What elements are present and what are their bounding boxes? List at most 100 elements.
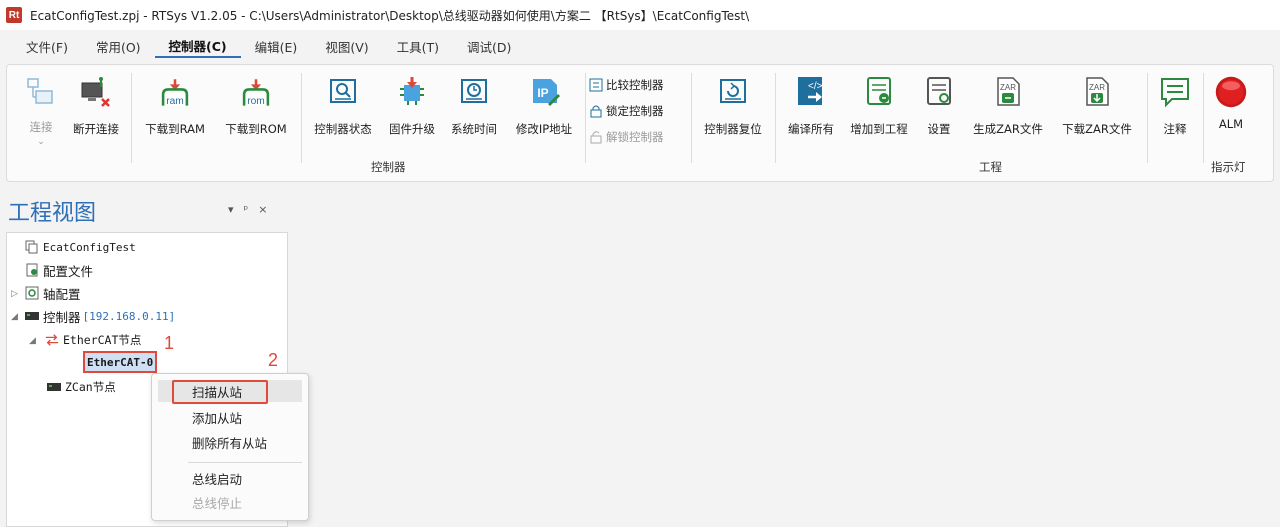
modify-ip-button[interactable]: IP 修改IP地址 bbox=[507, 71, 581, 155]
menu-item-delete-all-slaves[interactable]: 删除所有从站 bbox=[158, 431, 302, 453]
unlock-icon bbox=[589, 130, 603, 144]
tree-item-ethercat-0[interactable]: EtherCAT-0 bbox=[83, 351, 158, 373]
expand-arrow-icon[interactable]: ▷ bbox=[11, 289, 18, 299]
alm-label: ALM bbox=[1218, 117, 1244, 131]
tree-item-controller[interactable]: 控制器 [192.168.0.11] bbox=[25, 306, 175, 326]
comment-label: 注释 bbox=[1163, 122, 1187, 136]
menu-tools[interactable]: 工具(T) bbox=[383, 34, 453, 58]
zar-generate-icon: ZAR bbox=[991, 75, 1025, 109]
svg-text:IP: IP bbox=[537, 86, 548, 100]
context-menu: 扫描从站 添加从站 删除所有从站 总线启动 总线停止 bbox=[151, 373, 309, 521]
group-label-indicator: 指示灯 bbox=[1211, 160, 1246, 174]
tree-item-axis-config[interactable]: 轴配置 bbox=[25, 283, 81, 303]
generate-zar-button[interactable]: ZAR 生成ZAR文件 bbox=[963, 71, 1053, 155]
menu-bar: 文件(F) 常用(O) 控制器(C) 编辑(E) 视图(V) 工具(T) 调试(… bbox=[0, 32, 1280, 60]
settings-button[interactable]: 设置 bbox=[917, 71, 961, 155]
tree-root[interactable]: EcatConfigTest bbox=[25, 237, 136, 257]
pane-dropdown-icon[interactable]: ▾ bbox=[228, 203, 234, 216]
alarm-light-icon bbox=[1214, 75, 1248, 109]
unlock-controller-label: 解锁控制器 bbox=[606, 130, 664, 144]
ribbon-separator bbox=[1203, 73, 1204, 163]
pane-pin-icon[interactable]: ᵖ bbox=[244, 203, 249, 216]
reset-icon bbox=[716, 75, 750, 109]
highlight-box bbox=[172, 380, 268, 404]
tree-item-label: EtherCAT节点 bbox=[63, 333, 142, 347]
unlock-controller-button[interactable]: 解锁控制器 bbox=[589, 127, 664, 147]
download-zar-button[interactable]: ZAR 下载ZAR文件 bbox=[1053, 71, 1141, 155]
download-ram-button[interactable]: ram 下载到RAM bbox=[137, 71, 213, 155]
ribbon-separator bbox=[585, 73, 586, 163]
controller-status-label: 控制器状态 bbox=[314, 122, 372, 136]
menu-common[interactable]: 常用(O) bbox=[82, 34, 155, 58]
menu-item-bus-stop[interactable]: 总线停止 bbox=[158, 491, 302, 513]
tree-item-zcan-node[interactable]: ZCan节点 bbox=[47, 377, 116, 397]
menu-file[interactable]: 文件(F) bbox=[12, 34, 82, 58]
compile-icon: </> bbox=[794, 75, 828, 109]
svg-text:</>: </> bbox=[808, 81, 823, 92]
menu-controller[interactable]: 控制器(C) bbox=[154, 34, 241, 58]
ram-icon-text: ram bbox=[166, 96, 184, 107]
tree-item-label: ZCan节点 bbox=[65, 380, 116, 394]
ribbon-separator bbox=[1147, 73, 1148, 163]
menu-debug[interactable]: 调试(D) bbox=[453, 34, 525, 58]
collapse-arrow-icon[interactable]: ◢ bbox=[29, 336, 36, 346]
menu-item-bus-start[interactable]: 总线启动 bbox=[158, 467, 302, 489]
compare-icon bbox=[589, 78, 603, 92]
settings-gear-icon bbox=[922, 75, 956, 109]
download-rom-label: 下载到ROM bbox=[225, 122, 287, 136]
pane-controls: ▾ ᵖ × bbox=[228, 203, 267, 216]
title-bar: Rt EcatConfigTest.zpj - RTSys V1.2.05 - … bbox=[0, 0, 1280, 30]
menu-item-label: 删除所有从站 bbox=[192, 435, 268, 451]
disconnect-button[interactable]: 断开连接 bbox=[65, 71, 127, 155]
tree-item-config-file[interactable]: 配置文件 bbox=[25, 260, 93, 280]
project-icon bbox=[25, 240, 39, 254]
add-to-project-button[interactable]: 增加到工程 bbox=[843, 71, 915, 155]
clock-icon bbox=[457, 75, 491, 109]
menu-view[interactable]: 视图(V) bbox=[311, 34, 382, 58]
lock-controller-label: 锁定控制器 bbox=[606, 104, 664, 118]
menu-separator bbox=[188, 462, 302, 463]
firmware-upgrade-label: 固件升级 bbox=[389, 122, 435, 136]
axis-config-icon bbox=[25, 286, 39, 300]
annotation-number-2: 2 bbox=[268, 350, 279, 370]
zar-download-icon: ZAR bbox=[1080, 75, 1114, 109]
compile-all-button[interactable]: </> 编译所有 bbox=[779, 71, 843, 155]
controller-reset-button[interactable]: 控制器复位 bbox=[695, 71, 771, 155]
download-ram-icon: ram bbox=[158, 75, 192, 109]
lock-controller-button[interactable]: 锁定控制器 bbox=[589, 101, 664, 121]
tree-root-label: EcatConfigTest bbox=[43, 240, 136, 254]
group-label-project: 工程 bbox=[979, 160, 1002, 174]
generate-zar-label: 生成ZAR文件 bbox=[973, 122, 1043, 136]
comment-button[interactable]: 注释 bbox=[1153, 71, 1197, 155]
rom-icon-text: rom bbox=[247, 96, 265, 107]
ribbon-separator bbox=[775, 73, 776, 163]
config-file-icon bbox=[25, 263, 39, 277]
chip-upgrade-icon bbox=[395, 75, 429, 109]
menu-item-label: 总线停止 bbox=[192, 495, 243, 511]
network-connect-icon bbox=[24, 75, 58, 109]
collapse-arrow-icon[interactable]: ◢ bbox=[11, 312, 18, 322]
ribbon-separator bbox=[131, 73, 132, 163]
compile-all-label: 编译所有 bbox=[788, 122, 834, 136]
menu-edit[interactable]: 编辑(E) bbox=[241, 34, 312, 58]
app-logo-icon: Rt bbox=[6, 7, 22, 23]
modify-ip-label: 修改IP地址 bbox=[515, 122, 573, 136]
controller-status-button[interactable]: 控制器状态 bbox=[307, 71, 379, 155]
zar-text: ZAR bbox=[1000, 83, 1016, 92]
system-time-button[interactable]: 系统时间 bbox=[443, 71, 505, 155]
download-rom-button[interactable]: rom 下载到ROM bbox=[216, 71, 296, 155]
firmware-upgrade-button[interactable]: 固件升级 bbox=[381, 71, 443, 155]
pane-close-icon[interactable]: × bbox=[258, 203, 267, 216]
compare-controller-button[interactable]: 比较控制器 bbox=[589, 75, 664, 95]
tree-item-label: 轴配置 bbox=[43, 286, 81, 302]
chevron-down-icon: ⌄ bbox=[37, 137, 45, 147]
menu-item-add-slave[interactable]: 添加从站 bbox=[158, 406, 302, 428]
ribbon-separator bbox=[691, 73, 692, 163]
connect-button[interactable]: 连接 ⌄ bbox=[21, 71, 61, 155]
zar-text: ZAR bbox=[1089, 83, 1105, 92]
menu-item-scan-slaves[interactable]: 扫描从站 bbox=[158, 380, 302, 404]
lock-icon bbox=[589, 104, 603, 118]
tree-item-ethercat-node[interactable]: EtherCAT节点 bbox=[45, 330, 141, 350]
settings-label: 设置 bbox=[927, 122, 951, 136]
ribbon-toolbar: 连接 ⌄ 断开连接 ram 下载到RAM rom 下载到ROM 控制器状态 固件… bbox=[6, 64, 1274, 182]
